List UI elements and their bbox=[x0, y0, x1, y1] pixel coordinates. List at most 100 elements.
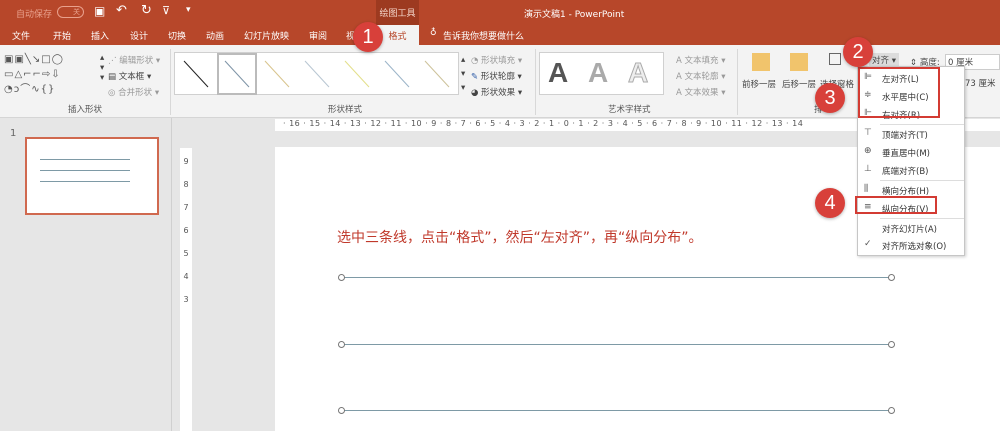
menu-item-align-to-slide[interactable]: 对齐幻灯片(A) bbox=[858, 220, 964, 237]
align-label: 对齐 bbox=[872, 56, 890, 66]
line-handle[interactable] bbox=[888, 341, 895, 348]
undo-icon[interactable]: ↶ bbox=[116, 3, 127, 18]
wordart-gallery[interactable]: A A A bbox=[539, 52, 664, 95]
distribute-horizontal-icon: ⫼ bbox=[864, 184, 869, 194]
menu-item-label: 底端对齐(B) bbox=[882, 167, 929, 177]
shapes-gallery[interactable]: ▣▣╲↘□◯ ▭△⌐⌐⇨⇩ ◔ↄ⌒∿{} bbox=[4, 52, 96, 97]
menu-item-label: 对齐所选对象(O) bbox=[882, 242, 947, 252]
line-shape-3[interactable] bbox=[342, 410, 892, 411]
autosave-label: 自动保存 bbox=[16, 10, 53, 20]
vruler-tick: 4 bbox=[183, 272, 189, 281]
text-outline-label: 文本轮廓 bbox=[684, 72, 719, 82]
highlight-box-align-group bbox=[858, 67, 940, 118]
shape-effects-label: 形状效果 bbox=[481, 88, 516, 98]
text-box-button[interactable]: ▤ 文本框 ▾ bbox=[108, 70, 151, 82]
text-effects-button[interactable]: A 文本效果 ▾ bbox=[676, 86, 726, 98]
save-icon[interactable]: ▣ bbox=[94, 4, 105, 18]
step-badge-4: 4 bbox=[815, 188, 845, 218]
menu-item-align-middle[interactable]: ⊕ 垂直居中(M) bbox=[858, 144, 964, 161]
instruction-text[interactable]: 选中三条线，点击“格式”，然后“左对齐”，再“纵向分布”。 bbox=[337, 227, 703, 247]
vruler-tick: 7 bbox=[183, 203, 189, 212]
vruler-tick: 6 bbox=[183, 226, 189, 235]
document-title: 演示文稿1 - PowerPoint bbox=[524, 10, 625, 20]
slide-number: 1 bbox=[10, 128, 17, 139]
customize-qat-icon[interactable]: ▾ bbox=[186, 5, 191, 15]
align-button[interactable]: 对齐 ▾ bbox=[869, 53, 899, 67]
line-handle[interactable] bbox=[888, 274, 895, 281]
group-label-wordart: 艺术字样式 bbox=[608, 105, 651, 115]
shape-effects-button[interactable]: ◕ 形状效果 ▾ bbox=[471, 86, 522, 98]
send-backward-icon[interactable] bbox=[790, 53, 808, 71]
tab-animations[interactable]: 动画 bbox=[206, 29, 224, 42]
shape-styles-scroll-icon[interactable]: ▴ ▾ ▾ bbox=[461, 53, 465, 95]
shape-styles-gallery[interactable] bbox=[174, 52, 459, 95]
menu-item-align-selected[interactable]: ✓ 对齐所选对象(O) bbox=[858, 237, 964, 254]
wordart-style-2[interactable]: A bbox=[588, 57, 608, 89]
lightbulb-icon: ♁ bbox=[430, 28, 437, 38]
vruler-tick: 8 bbox=[183, 180, 189, 189]
align-middle-icon: ⊕ bbox=[864, 146, 872, 156]
shape-outline-label: 形状轮廓 bbox=[480, 72, 515, 82]
selection-pane-icon[interactable] bbox=[829, 53, 841, 65]
line-style-presets[interactable] bbox=[175, 53, 460, 96]
width-input[interactable]: 73 厘米 bbox=[965, 77, 996, 89]
tab-review[interactable]: 审阅 bbox=[309, 29, 327, 42]
align-top-icon: ⊤ bbox=[864, 128, 872, 138]
shapes-scroll-icon[interactable]: ▴ ▾ ▾ bbox=[100, 53, 104, 83]
vruler-tick: 5 bbox=[183, 249, 189, 258]
contextual-group-label: 绘图工具 bbox=[376, 0, 419, 25]
group-label-shape-styles: 形状样式 bbox=[328, 105, 363, 115]
text-fill-label: 文本填充 bbox=[684, 56, 719, 66]
tab-file[interactable]: 文件 bbox=[12, 29, 30, 42]
title-bar: 自动保存 关 ▣ ↶ ↻ ⊽ ▾ 绘图工具 演示文稿1 - PowerPoint bbox=[0, 0, 1000, 25]
text-box-label: 文本框 bbox=[118, 72, 145, 82]
tab-insert[interactable]: 插入 bbox=[91, 29, 109, 42]
text-fill-button[interactable]: A 文本填充 ▾ bbox=[676, 54, 726, 66]
presentation-icon[interactable]: ⊽ bbox=[162, 4, 170, 17]
menu-item-align-bottom[interactable]: ⊥ 底端对齐(B) bbox=[858, 162, 964, 179]
tab-design[interactable]: 设计 bbox=[130, 29, 148, 42]
tab-transitions[interactable]: 切换 bbox=[168, 29, 186, 42]
send-backward-button[interactable]: 后移一层 bbox=[782, 78, 816, 90]
shape-fill-button[interactable]: ◔ 形状填充 ▾ bbox=[471, 54, 522, 66]
shape-fill-label: 形状填充 bbox=[481, 56, 516, 66]
step-badge-2: 2 bbox=[843, 37, 873, 67]
line-handle[interactable] bbox=[338, 407, 345, 414]
tab-home[interactable]: 开始 bbox=[53, 29, 71, 42]
text-effects-label: 文本效果 bbox=[684, 88, 719, 98]
group-label-insert-shapes: 插入形状 bbox=[68, 105, 103, 115]
slide-thumbnail-pane: 1 bbox=[0, 118, 172, 431]
line-handle[interactable] bbox=[338, 341, 345, 348]
line-handle[interactable] bbox=[888, 407, 895, 414]
wordart-style-1[interactable]: A bbox=[548, 57, 568, 89]
shape-outline-button[interactable]: ✎ 形状轮廓 ▾ bbox=[471, 70, 522, 82]
merge-shapes-label: 合并形状 bbox=[118, 88, 153, 98]
autosave-toggle[interactable]: 关 bbox=[57, 6, 84, 18]
merge-shapes-button[interactable]: ◎ 合并形状 ▾ bbox=[108, 86, 159, 98]
tell-me-search[interactable]: 告诉我你想要做什么 bbox=[443, 29, 524, 42]
vruler-tick: 3 bbox=[183, 295, 189, 304]
step-badge-1: 1 bbox=[353, 22, 383, 52]
text-outline-button[interactable]: A 文本轮廓 ▾ bbox=[676, 70, 726, 82]
highlight-box-distribute-vertical bbox=[855, 196, 937, 214]
bring-forward-button[interactable]: 前移一层 bbox=[742, 78, 776, 90]
step-badge-3: 3 bbox=[815, 83, 845, 113]
vruler-tick: 9 bbox=[183, 157, 189, 166]
check-icon: ✓ bbox=[864, 239, 872, 249]
menu-item-align-top[interactable]: ⊤ 顶端对齐(T) bbox=[858, 126, 964, 143]
bring-forward-icon[interactable] bbox=[752, 53, 770, 71]
menu-item-label: 垂直居中(M) bbox=[882, 149, 930, 159]
line-handle[interactable] bbox=[338, 274, 345, 281]
align-bottom-icon: ⊥ bbox=[864, 164, 872, 174]
redo-icon[interactable]: ↻ bbox=[141, 3, 152, 18]
wordart-style-3[interactable]: A bbox=[627, 57, 648, 89]
menu-item-label: 顶端对齐(T) bbox=[882, 131, 928, 141]
vertical-ruler: 9 8 7 6 5 4 3 bbox=[180, 148, 192, 431]
edit-shape-button[interactable]: ⋰ 编辑形状 ▾ bbox=[108, 54, 160, 66]
line-shape-2[interactable] bbox=[342, 344, 892, 345]
slide-thumbnail-1[interactable] bbox=[25, 137, 159, 215]
edit-shape-label: 编辑形状 bbox=[119, 56, 154, 66]
tab-slideshow[interactable]: 幻灯片放映 bbox=[244, 29, 289, 42]
menu-item-label: 对齐幻灯片(A) bbox=[882, 225, 937, 235]
line-shape-1[interactable] bbox=[342, 277, 892, 278]
